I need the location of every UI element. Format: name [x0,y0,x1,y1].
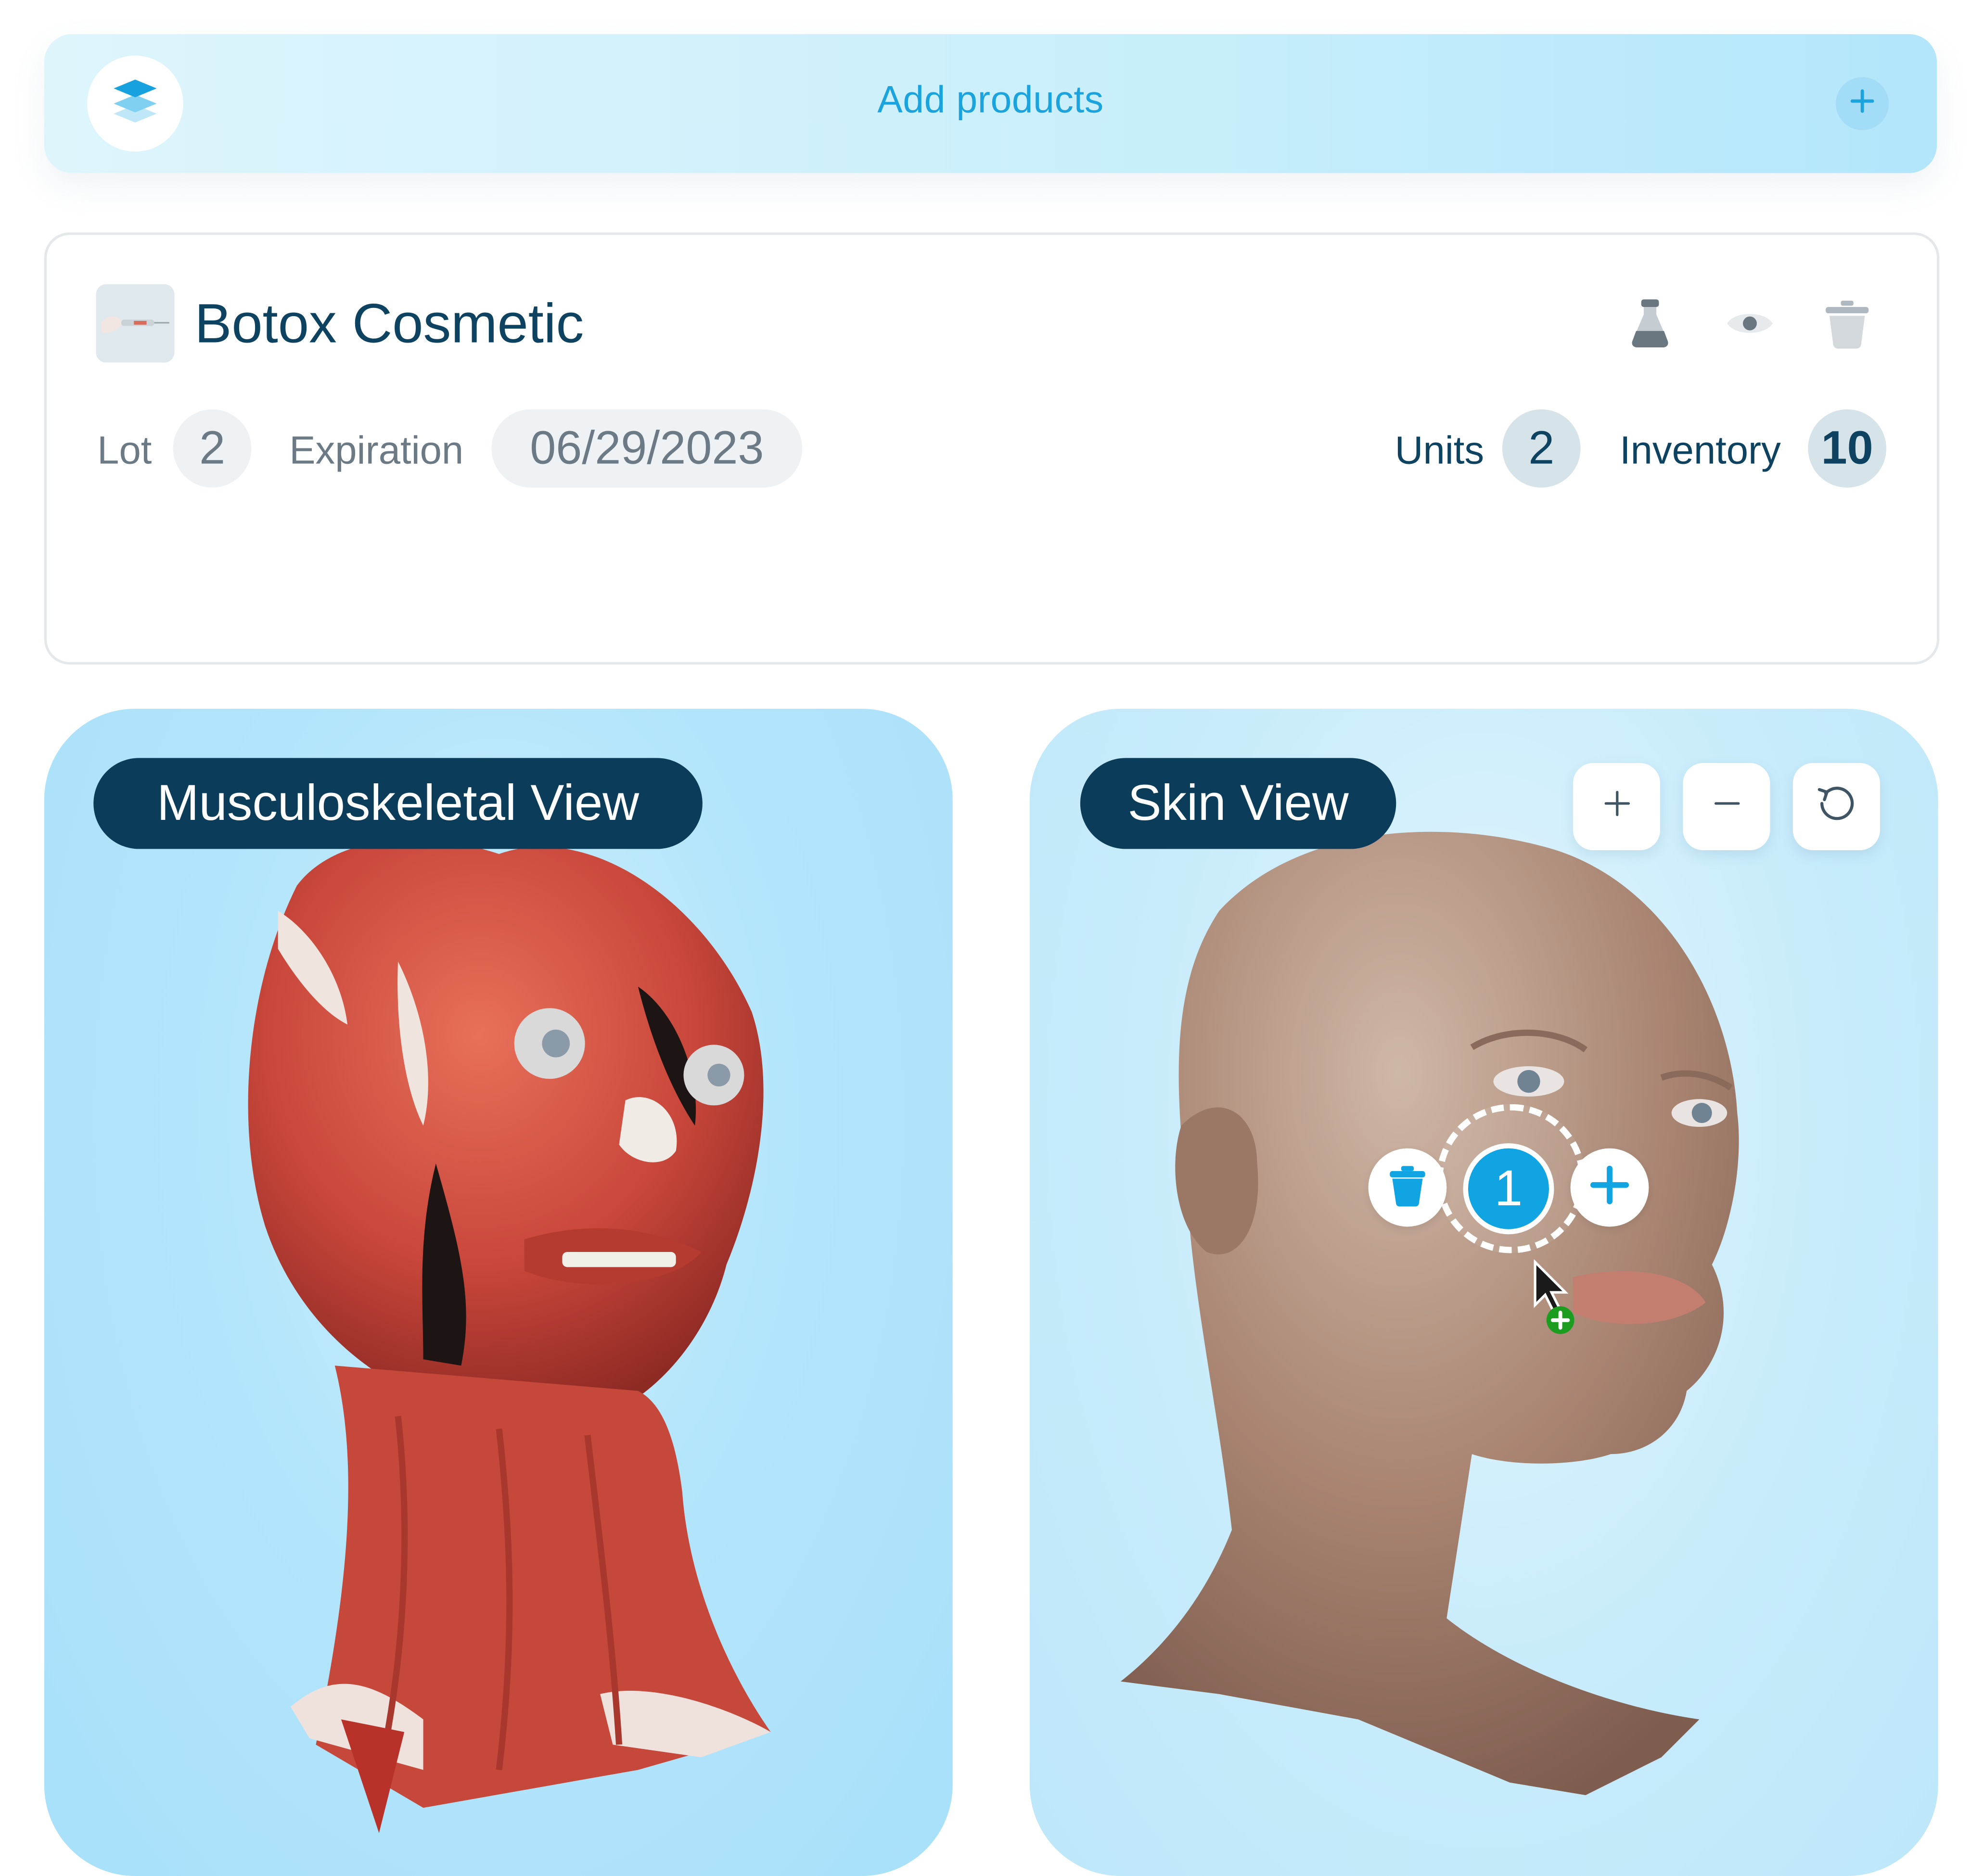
musculoskeletal-view-label[interactable]: Musculoskeletal View [93,758,703,849]
musculoskeletal-view-panel[interactable]: Musculoskeletal View [44,708,953,1876]
expiration-value[interactable]: 06/29/2023 [491,409,803,488]
zoom-out-icon [1710,787,1743,826]
units-value[interactable]: 2 [1502,409,1581,488]
add-products-bar[interactable]: Add products [44,34,1937,173]
skin-view-label[interactable]: Skin View [1080,758,1396,849]
add-products-label[interactable]: Add products [44,79,1937,122]
product-name: Botox Cosmetic [194,293,584,355]
inventory-label: Inventory [1620,428,1781,472]
vial-button[interactable] [1622,298,1678,354]
marker-add-button[interactable] [1570,1148,1649,1227]
delete-button[interactable] [1819,298,1875,354]
musculoskeletal-head-model[interactable] [44,709,953,1876]
app-root: Add products Botox Cosmetic Lot 2 Expira… [0,0,1971,1876]
reset-icon [1814,781,1859,833]
lot-value: 2 [173,409,252,488]
eye-icon [1725,304,1775,348]
zoom-in-button[interactable] [1573,763,1661,851]
inventory-value: 10 [1808,409,1887,488]
marker-delete-button[interactable] [1368,1148,1447,1227]
view-button[interactable] [1722,298,1778,354]
plus-icon [1588,1163,1631,1212]
units-label: Units [1395,428,1485,472]
zoom-in-icon [1600,787,1633,826]
add-cursor-icon [1534,1259,1574,1334]
product-thumbnail [96,284,175,363]
expiration-label: Expiration [289,428,464,472]
add-product-button[interactable] [1835,77,1889,130]
skin-head-model[interactable] [1030,709,1938,1876]
lot-label: Lot [97,428,152,472]
product-card: Botox Cosmetic Lot 2 Expiration 06/29/20… [44,232,1940,665]
skin-view-panel[interactable]: Skin View 1 [1029,708,1938,1876]
injection-marker[interactable]: 1 [1463,1143,1554,1235]
vial-icon [1628,297,1671,354]
plus-icon [1848,87,1876,121]
trash-icon [1387,1163,1428,1212]
reset-view-button[interactable] [1792,763,1880,851]
zoom-out-button[interactable] [1683,763,1770,851]
trash-icon [1823,297,1871,354]
